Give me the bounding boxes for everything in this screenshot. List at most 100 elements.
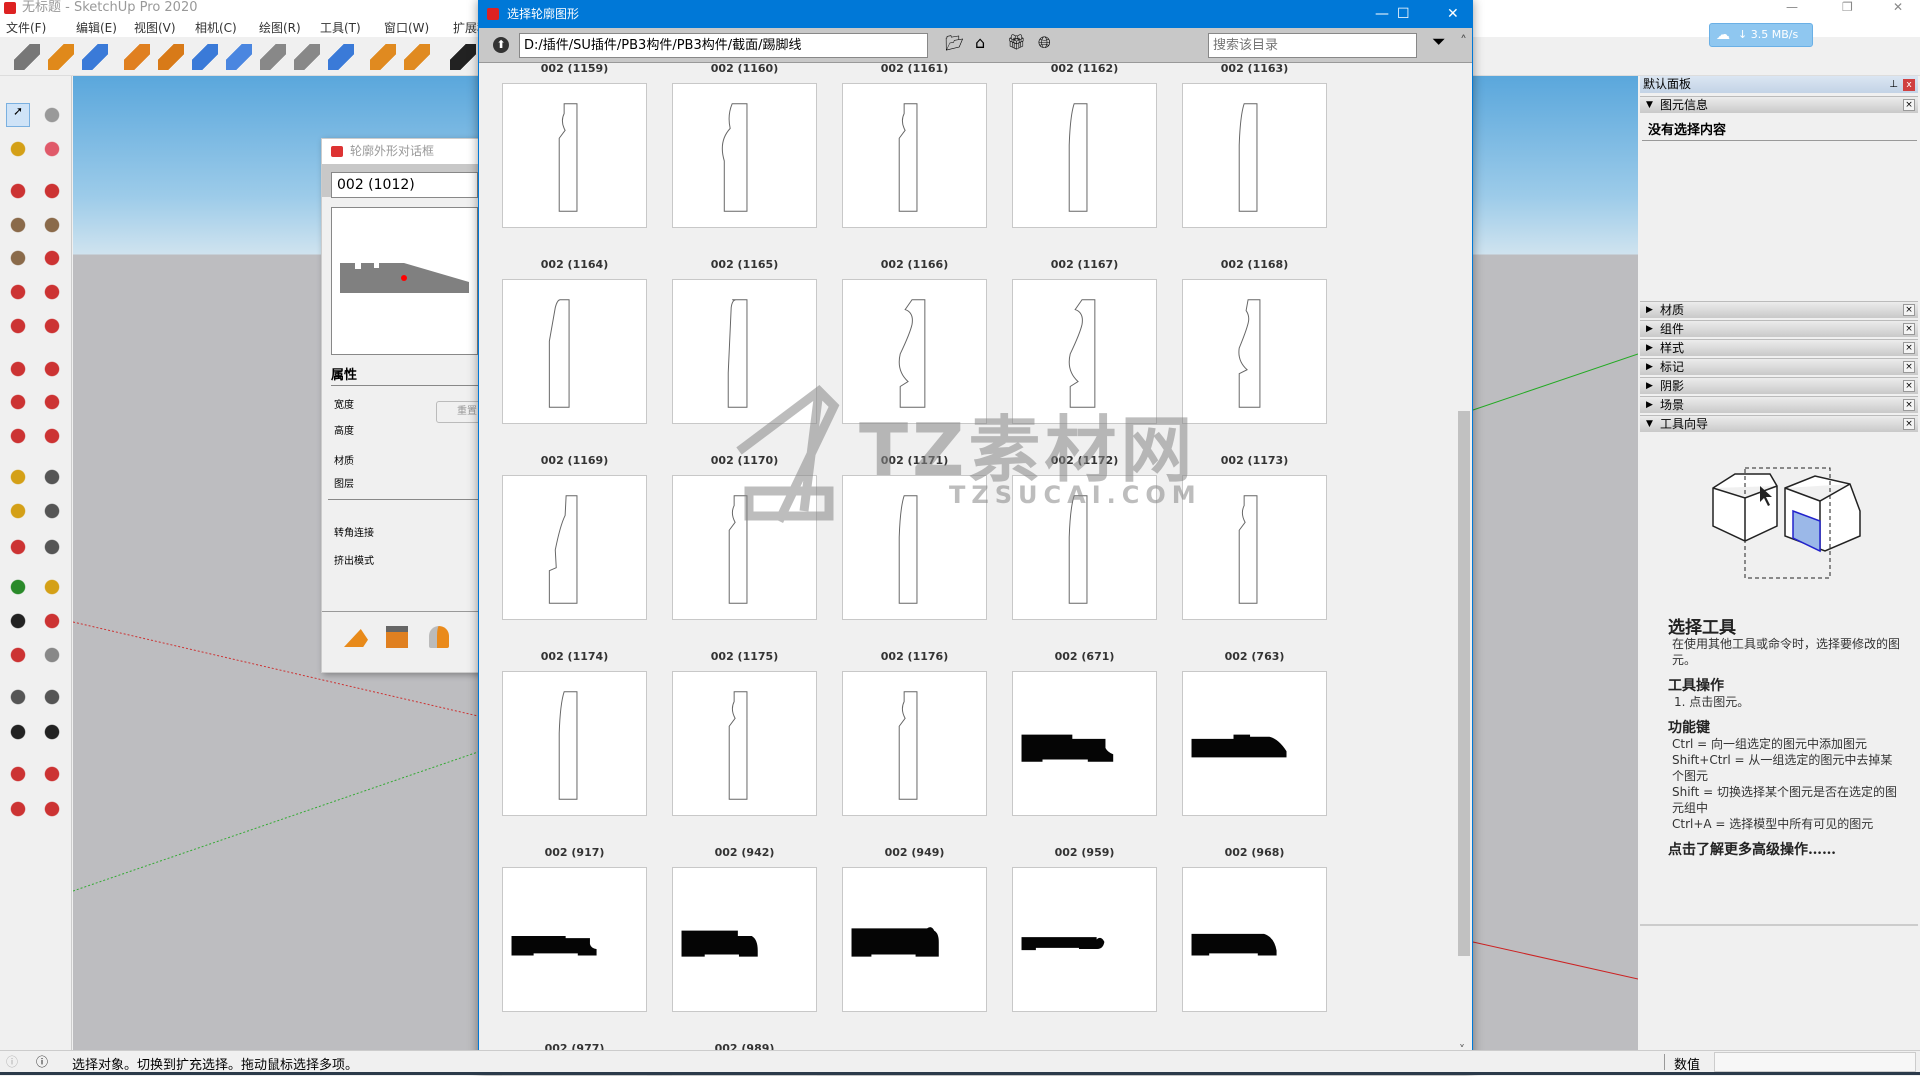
profile-thumbnail[interactable] [1012,671,1157,816]
profile-thumbnail[interactable] [672,279,817,424]
profile-thumbnail[interactable] [672,671,817,816]
close-button[interactable]: ✕ [1893,0,1903,14]
profile-name-field[interactable]: 002 (1012) [331,172,478,198]
profile-thumbnail[interactable] [502,475,647,620]
vertical-scrollbar[interactable]: ˅ [1456,63,1472,1074]
dialog-maximize-button[interactable]: ☐ [1397,1,1410,27]
section-close-button[interactable]: × [1903,361,1915,373]
section-0[interactable]: ▶ 材质 × [1640,301,1918,318]
pencil-icon[interactable] [6,179,30,203]
section-6[interactable]: ▼ 工具向导 × [1640,415,1918,432]
menu-item[interactable]: 绘图(R) [259,19,301,36]
follow-path-icon[interactable] [386,626,408,648]
profile-thumbnail[interactable] [1182,279,1327,424]
pie-icon[interactable] [40,280,64,304]
profile-thumbnail[interactable] [672,83,817,228]
network-speed-badge[interactable]: ☁ ↓ 3.5 MB/s [1709,23,1813,47]
home-icon[interactable]: ⌂ [975,33,985,52]
text-icon[interactable] [40,499,64,523]
menu-item[interactable]: 窗口(W) [384,19,429,36]
eraser-icon[interactable] [40,137,64,161]
subtract-icon[interactable] [226,44,252,70]
previous-view-icon[interactable] [40,643,64,667]
up-folder-icon[interactable]: ⬆ [493,37,509,53]
profile-thumbnail[interactable] [1012,83,1157,228]
gift-icon[interactable]: 🎁︎ [1007,33,1026,51]
section-2[interactable]: ▶ 样式 × [1640,339,1918,356]
follow-me-icon[interactable] [14,44,40,70]
tray-close-button[interactable]: x [1903,79,1915,91]
instructor-icon[interactable]: ⓘ [36,1053,48,1070]
trim-icon[interactable] [260,44,286,70]
pan-icon[interactable] [40,575,64,599]
two-point-arc-icon[interactable] [6,314,30,338]
eraser-icon[interactable] [450,44,476,70]
section-close-button[interactable]: × [1903,418,1915,430]
profile-thumbnail[interactable] [1182,867,1327,1012]
solid-shell-icon[interactable] [124,44,150,70]
profile-thumbnail[interactable] [502,671,647,816]
extension-manager-icon[interactable] [40,797,64,821]
section-close-button[interactable]: × [1903,99,1915,111]
profile-thumbnail[interactable] [502,279,647,424]
profile-thumbnail[interactable] [1182,671,1327,816]
section-1[interactable]: ▶ 组件 × [1640,320,1918,337]
paint-bucket-icon[interactable] [6,137,30,161]
open-folder-icon[interactable]: 📂︎ [945,34,964,52]
globe-icon[interactable]: 🌐︎ [1038,33,1051,53]
rotate-icon[interactable] [6,390,30,414]
dialog-minimize-button[interactable]: — [1375,1,1389,27]
protractor-icon[interactable] [6,499,30,523]
zoom-icon[interactable] [6,609,30,633]
filter-icon[interactable]: ⏷ [1432,32,1446,52]
pin-icon[interactable]: ⊥ [1889,76,1898,93]
guide-more-link[interactable]: 点击了解更多高级操作…… [1668,842,1900,858]
menu-item[interactable]: 相机(C) [195,19,237,36]
profile-thumbnail[interactable] [1012,867,1157,1012]
offset-components-icon[interactable] [48,44,74,70]
position-camera-icon[interactable] [6,685,30,709]
profile-thumbnail[interactable] [672,475,817,620]
profile-thumbnail[interactable] [1182,475,1327,620]
outer-shell-icon[interactable] [158,44,184,70]
sweep-icon[interactable] [328,44,354,70]
zoom-window-icon[interactable] [40,609,64,633]
dialog-close-button[interactable]: ✕ [1447,1,1459,27]
profile-thumbnail[interactable] [1012,475,1157,620]
profile-thumbnail[interactable] [502,83,647,228]
circle-icon[interactable] [6,246,30,270]
section-close-button[interactable]: × [1903,304,1915,316]
search-directory-input[interactable] [1208,33,1417,58]
follow-me-icon[interactable] [40,390,64,414]
move-icon[interactable] [6,357,30,381]
section-close-button[interactable]: × [1903,380,1915,392]
walk-icon[interactable] [6,720,30,744]
profile-thumbnail[interactable] [842,671,987,816]
freehand-icon[interactable] [40,179,64,203]
zoom-extents-icon[interactable] [6,643,30,667]
three-point-arc-icon[interactable] [40,314,64,338]
section-close-button[interactable]: × [1903,342,1915,354]
intersect-icon[interactable] [192,44,218,70]
lathe-icon[interactable] [429,626,449,648]
component-icon[interactable] [40,103,64,127]
edit-profile-icon[interactable] [404,44,430,70]
section-close-button[interactable]: × [1903,323,1915,335]
profile-thumbnail[interactable] [1012,279,1157,424]
minimize-button[interactable]: — [1786,0,1798,14]
scroll-up-arrow[interactable]: ˄ [1460,34,1467,50]
rotated-rectangle-icon[interactable] [40,213,64,237]
extrude-icon[interactable] [344,629,368,647]
polygon-icon[interactable] [40,246,64,270]
scale-icon[interactable] [6,424,30,448]
tape-measure-icon[interactable] [6,465,30,489]
extension-warehouse-icon[interactable] [40,762,64,786]
section-5[interactable]: ▶ 场景 × [1640,396,1918,413]
offset-icon[interactable] [40,424,64,448]
split-icon[interactable] [294,44,320,70]
section-plane-icon[interactable] [40,720,64,744]
profile-thumbnail[interactable] [842,475,987,620]
profile-thumbnail[interactable] [842,279,987,424]
push-pull-icon[interactable] [40,357,64,381]
section-3[interactable]: ▶ 标记 × [1640,358,1918,375]
